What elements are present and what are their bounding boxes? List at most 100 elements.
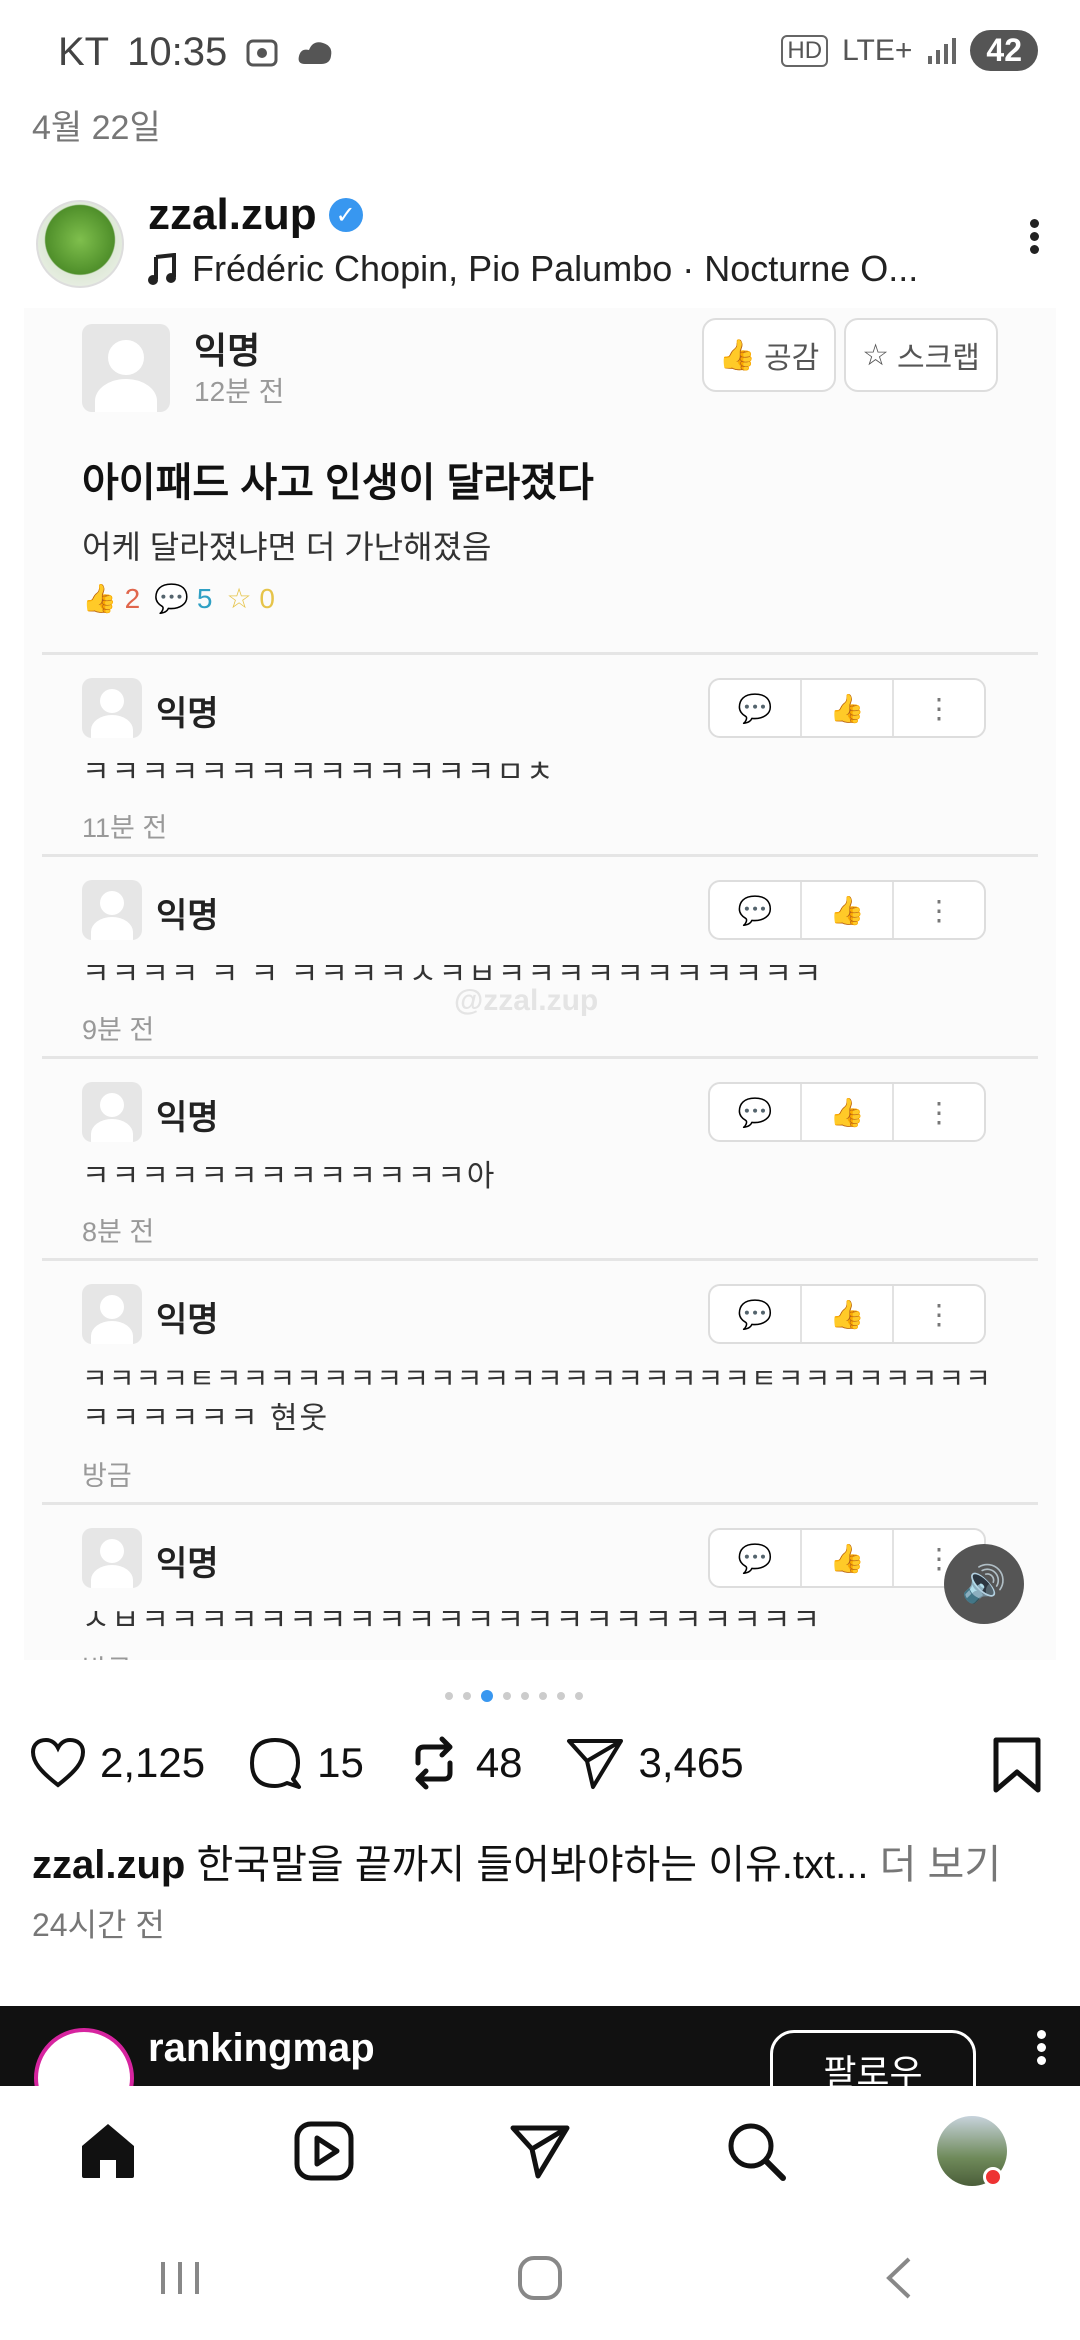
comment-like-icon: 👍: [802, 680, 894, 736]
embedded-title: 아이패드 사고 인생이 달라졌다: [82, 461, 594, 505]
comment-text: ㅋㅋㅋㅋㅋㅋㅋㅋㅋㅋㅋㅋㅋ아: [82, 1160, 497, 1193]
next-post-username[interactable]: rankingmap: [148, 2026, 375, 2071]
repost-icon[interactable]: [406, 1735, 462, 1791]
comment-like-icon: 👍: [802, 1084, 894, 1140]
verified-badge-icon: ✓: [328, 198, 363, 232]
search-icon[interactable]: [701, 2101, 811, 2201]
comment-more-icon: ⋮: [925, 1298, 953, 1330]
reply-icon: 💬: [710, 1530, 802, 1586]
comment-name: 익명: [156, 1301, 219, 1339]
carousel-dot: [503, 1692, 511, 1700]
comment-avatar: [82, 1528, 142, 1588]
comment-count[interactable]: 15: [317, 1739, 364, 1787]
send-icon[interactable]: [565, 1735, 625, 1791]
sound-toggle-icon[interactable]: 🔊: [944, 1544, 1024, 1624]
divider: [42, 1502, 1038, 1505]
repost-action[interactable]: 48: [406, 1735, 523, 1791]
network-type: LTE+: [842, 33, 913, 67]
next-post-header: rankingmap 팔로우: [0, 2006, 1080, 2086]
comment-more-icon: ⋮: [925, 1096, 953, 1128]
comment-actions: 💬 👍 ⋮: [708, 880, 986, 940]
author-name: 익명: [194, 330, 261, 371]
comment-text: ㅋㅋㅋㅋㅋㅋㅋㅋㅋㅋㅋㅋㅋㅋㅁㅊ: [82, 756, 556, 789]
username-text[interactable]: zzal.zup: [148, 190, 317, 240]
thumbs-up-icon: 👍: [718, 338, 757, 372]
date-header: 4월 22일: [32, 109, 161, 147]
comment-actions: 💬 👍 ⋮: [708, 678, 986, 738]
post-action-bar: 2,125 15 48 3,465: [30, 1735, 786, 1791]
watermark: @zzal.zup: [454, 984, 599, 1017]
comment-avatar: [82, 1082, 142, 1142]
recent-apps-icon[interactable]: [155, 2256, 205, 2300]
comment-time: 방금: [82, 1461, 132, 1491]
comment-name: 익명: [156, 1099, 219, 1137]
home-icon[interactable]: [53, 2101, 163, 2201]
next-post-avatar[interactable]: [34, 2028, 134, 2086]
battery-level: 42: [970, 30, 1038, 71]
status-bar: KT 10:35 HD LTE+ 42: [0, 0, 1080, 110]
comment-like-icon: 👍: [802, 1286, 894, 1342]
author-time: 12분 전: [194, 376, 285, 407]
direct-icon[interactable]: [485, 2101, 595, 2201]
cloud-icon: [298, 41, 332, 64]
comment-like-icon: 👍: [802, 882, 894, 938]
comment-avatar: [82, 678, 142, 738]
music-attribution[interactable]: Frédéric Chopin, Pio Palumbo · Nocturne …: [148, 248, 918, 290]
caption-more-link[interactable]: 더 보기: [880, 1843, 1002, 1887]
post-avatar[interactable]: [36, 200, 124, 288]
like-action[interactable]: 2,125: [30, 1737, 205, 1789]
author-avatar: [82, 324, 170, 412]
divider: [42, 1056, 1038, 1059]
reply-icon: 💬: [710, 1084, 802, 1140]
carousel-dot: [575, 1692, 583, 1700]
profile-icon[interactable]: [917, 2101, 1027, 2201]
carousel-dot: [557, 1692, 565, 1700]
post-image[interactable]: 익명 12분 전 👍 공감 ☆ 스크랩 아이패드 사고 인생이 달라졌다 어케 달라…: [24, 308, 1056, 1660]
comment-actions: 💬 👍 ⋮: [708, 1082, 986, 1142]
embedded-stats: 👍 2 💬 5 ☆ 0: [82, 582, 275, 615]
divider: [42, 854, 1038, 857]
comment-time: 8분 전: [82, 1217, 155, 1247]
next-post-more-icon[interactable]: [1037, 2026, 1046, 2069]
share-action[interactable]: 3,465: [565, 1735, 744, 1791]
comment-name: 익명: [156, 1545, 219, 1583]
home-button-icon[interactable]: [515, 2253, 565, 2303]
scrap-label: 스크랩: [897, 342, 980, 375]
reply-icon: 💬: [710, 1286, 802, 1342]
clock: 10:35: [127, 30, 228, 74]
reply-icon: 💬: [710, 680, 802, 736]
like-count[interactable]: 2,125: [100, 1739, 205, 1787]
post-time: 24시간 전: [32, 1907, 165, 1943]
comment-more-icon: ⋮: [925, 692, 953, 724]
save-icon[interactable]: [992, 1736, 1042, 1799]
heart-icon[interactable]: [30, 1737, 86, 1789]
divider: [42, 1258, 1038, 1261]
post-caption[interactable]: zzal.zup 한국말을 끝까지 들어봐야하는 이유.txt... 더 보기: [32, 1832, 1001, 1890]
comment-name: 익명: [156, 897, 219, 935]
follow-button[interactable]: 팔로우: [770, 2030, 976, 2086]
reply-icon: 💬: [710, 882, 802, 938]
music-text[interactable]: Frédéric Chopin, Pio Palumbo · Nocturne …: [192, 248, 918, 290]
back-icon[interactable]: [875, 2253, 925, 2303]
divider: [42, 652, 1038, 655]
repost-count[interactable]: 48: [476, 1739, 523, 1787]
reels-icon[interactable]: [269, 2101, 379, 2201]
carousel-indicator: [445, 1690, 583, 1702]
comment-like-icon: 👍: [802, 1530, 894, 1586]
embedded-body: 어케 달라졌냐면 더 가난해졌음: [82, 529, 492, 565]
like-button: 👍 공감: [702, 318, 836, 392]
screenshot-icon: [246, 39, 278, 66]
caption-username[interactable]: zzal.zup: [32, 1843, 185, 1887]
stat-comments: 💬 5: [154, 583, 213, 614]
comment-name: 익명: [156, 695, 219, 733]
share-count[interactable]: 3,465: [639, 1739, 744, 1787]
comment-more-icon: ⋮: [925, 894, 953, 926]
system-nav: [0, 2216, 1080, 2340]
comment-time: 9분 전: [82, 1015, 155, 1045]
comment-icon[interactable]: [247, 1735, 303, 1791]
carousel-dot: [463, 1692, 471, 1700]
comment-action[interactable]: 15: [247, 1735, 364, 1791]
post-username[interactable]: zzal.zup ✓: [148, 190, 363, 240]
post-more-icon[interactable]: [1022, 215, 1046, 265]
music-note-icon: [148, 253, 176, 285]
